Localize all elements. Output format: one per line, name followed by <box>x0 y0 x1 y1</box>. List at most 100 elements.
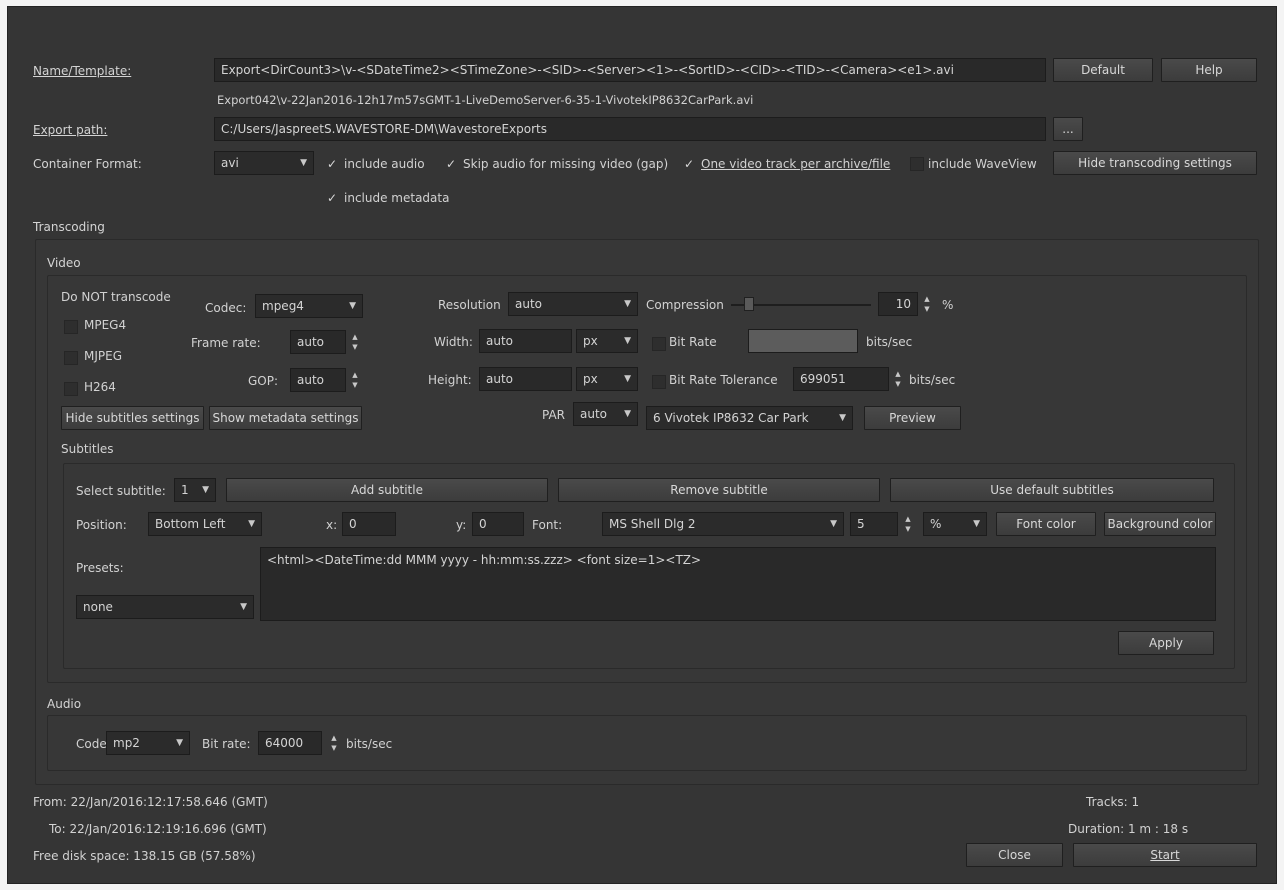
spin-arrows-icon[interactable]: ▲ ▼ <box>327 731 341 755</box>
include-audio-checkbox[interactable]: include audio <box>344 153 425 175</box>
compression-input[interactable]: 10 <box>878 292 918 316</box>
help-button[interactable]: Help <box>1161 58 1257 82</box>
audio-bitrate-input[interactable]: 64000 <box>258 731 322 755</box>
chevron-down-icon: ▼ <box>624 374 631 384</box>
gop-label: GOP: <box>248 374 279 388</box>
frame-rate-input[interactable]: auto <box>290 330 346 354</box>
select-subtitle-value: 1 <box>181 483 189 497</box>
height-input[interactable]: auto <box>479 367 572 391</box>
container-format-label: Container Format: <box>33 157 142 171</box>
chevron-down-icon: ▼ <box>624 299 631 309</box>
audio-bitrate-unit: bits/sec <box>346 737 393 751</box>
video-codec-value: mpeg4 <box>262 299 304 313</box>
mjpeg-checkbox[interactable] <box>64 351 78 365</box>
start-button[interactable]: Start <box>1073 843 1257 867</box>
size-unit-select[interactable]: % ▼ <box>923 512 987 536</box>
video-codec-select[interactable]: mpeg4 ▼ <box>255 294 363 318</box>
chevron-down-icon: ▼ <box>624 409 631 419</box>
default-button[interactable]: Default <box>1053 58 1153 82</box>
height-unit-select[interactable]: px ▼ <box>576 367 638 391</box>
background-color-button[interactable]: Background color <box>1104 512 1216 536</box>
par-value: auto <box>580 407 608 421</box>
width-unit-select[interactable]: px ▼ <box>576 329 638 353</box>
close-button[interactable]: Close <box>966 843 1063 867</box>
chevron-down-icon: ▼ <box>973 519 980 529</box>
position-label: Position: <box>76 518 127 532</box>
compression-slider-handle[interactable] <box>744 297 754 311</box>
audio-bitrate-label: Bit rate: <box>202 737 251 751</box>
audio-codec-select[interactable]: mp2 ▼ <box>106 731 190 755</box>
font-size-input[interactable]: 5 <box>850 512 898 536</box>
name-template-label: Name/Template: <box>33 64 132 78</box>
y-input[interactable]: 0 <box>472 512 524 536</box>
spin-arrows-icon[interactable]: ▲ ▼ <box>891 367 905 391</box>
spin-arrows-icon[interactable]: ▲ ▼ <box>348 330 362 354</box>
resolution-label: Resolution <box>438 298 501 312</box>
include-waveview-checkbox[interactable] <box>910 157 924 171</box>
frame-rate-label: Frame rate: <box>191 336 261 350</box>
spin-arrows-icon[interactable]: ▲ ▼ <box>920 292 934 316</box>
gop-input[interactable]: auto <box>290 368 346 392</box>
preview-button[interactable]: Preview <box>864 406 961 430</box>
spin-arrows-icon[interactable]: ▲ ▼ <box>901 512 915 536</box>
chevron-down-icon: ▼ <box>300 158 307 168</box>
export-dialog: Name/Template: Export<DirCount3>\v-<SDat… <box>7 6 1277 884</box>
y-label: y: <box>456 518 467 532</box>
chevron-down-icon: ▼ <box>176 738 183 748</box>
subtitle-text-editor[interactable]: <html><DateTime:dd MMM yyyy - hh:mm:ss.z… <box>260 547 1216 621</box>
add-subtitle-button[interactable]: Add subtitle <box>226 478 548 502</box>
mjpeg-label: MJPEG <box>84 349 123 363</box>
presets-value: none <box>83 600 113 614</box>
resolution-select[interactable]: auto ▼ <box>508 292 638 316</box>
spin-arrows-icon[interactable]: ▲ ▼ <box>348 368 362 392</box>
bitrate-tolerance-input[interactable]: 699051 <box>793 367 889 391</box>
browse-button[interactable]: ... <box>1053 117 1083 141</box>
from-time: From: 22/Jan/2016:12:17:58.646 (GMT) <box>33 795 268 809</box>
container-format-select[interactable]: avi ▼ <box>214 151 314 175</box>
select-subtitle-select[interactable]: 1 ▼ <box>174 478 216 502</box>
par-select[interactable]: auto ▼ <box>573 402 638 426</box>
height-unit-value: px <box>583 372 598 386</box>
bitrate-checkbox[interactable] <box>652 337 666 351</box>
hide-transcoding-button[interactable]: Hide transcoding settings <box>1053 151 1257 175</box>
subtitles-title: Subtitles <box>61 442 114 456</box>
presets-select[interactable]: none ▼ <box>76 595 254 619</box>
width-unit-value: px <box>583 334 598 348</box>
audio-codec-value: mp2 <box>113 736 140 750</box>
default-subtitles-button[interactable]: Use default subtitles <box>890 478 1214 502</box>
camera-value: 6 Vivotek IP8632 Car Park <box>653 411 809 425</box>
camera-select[interactable]: 6 Vivotek IP8632 Car Park ▼ <box>646 406 853 430</box>
position-select[interactable]: Bottom Left ▼ <box>148 512 262 536</box>
compression-label: Compression <box>646 298 724 312</box>
remove-subtitle-button[interactable]: Remove subtitle <box>558 478 880 502</box>
chevron-down-icon: ▼ <box>240 602 247 612</box>
bitrate-input[interactable] <box>748 329 858 353</box>
include-metadata-checkbox[interactable]: include metadata <box>344 187 449 209</box>
width-input[interactable]: auto <box>479 329 572 353</box>
skip-audio-checkbox[interactable]: Skip audio for missing video (gap) <box>463 153 668 175</box>
one-track-checkbox[interactable]: One video track per archive/file <box>701 153 890 175</box>
audio-title: Audio <box>47 697 82 711</box>
apply-button[interactable]: Apply <box>1118 631 1214 655</box>
show-metadata-button[interactable]: Show metadata settings <box>209 406 362 430</box>
video-title: Video <box>47 256 81 270</box>
font-color-button[interactable]: Font color <box>996 512 1096 536</box>
bitrate-tolerance-unit: bits/sec <box>909 373 956 387</box>
bitrate-tolerance-checkbox[interactable] <box>652 375 666 389</box>
export-path-input[interactable]: C:/Users/JaspreetS.WAVESTORE-DM\Wavestor… <box>214 117 1046 141</box>
name-template-input[interactable]: Export<DirCount3>\v-<SDateTime2><STimeZo… <box>214 58 1046 82</box>
h264-checkbox[interactable] <box>64 382 78 396</box>
x-input[interactable]: 0 <box>342 512 396 536</box>
chevron-down-icon: ▼ <box>839 413 846 423</box>
hide-subtitles-button[interactable]: Hide subtitles settings <box>61 406 204 430</box>
chevron-down-icon: ▼ <box>202 485 209 495</box>
container-format-value: avi <box>221 156 239 170</box>
codec-label: Codec: <box>205 301 247 315</box>
free-disk-space: Free disk space: 138.15 GB (57.58%) <box>33 849 256 863</box>
check-icon: ✓ <box>327 191 338 205</box>
x-label: x: <box>326 518 338 532</box>
font-select[interactable]: MS Shell Dlg 2 ▼ <box>602 512 844 536</box>
mpeg4-checkbox[interactable] <box>64 320 78 334</box>
font-value: MS Shell Dlg 2 <box>609 517 696 531</box>
name-template-preview: Export042\v-22Jan2016-12h17m57sGMT-1-Liv… <box>217 93 754 107</box>
